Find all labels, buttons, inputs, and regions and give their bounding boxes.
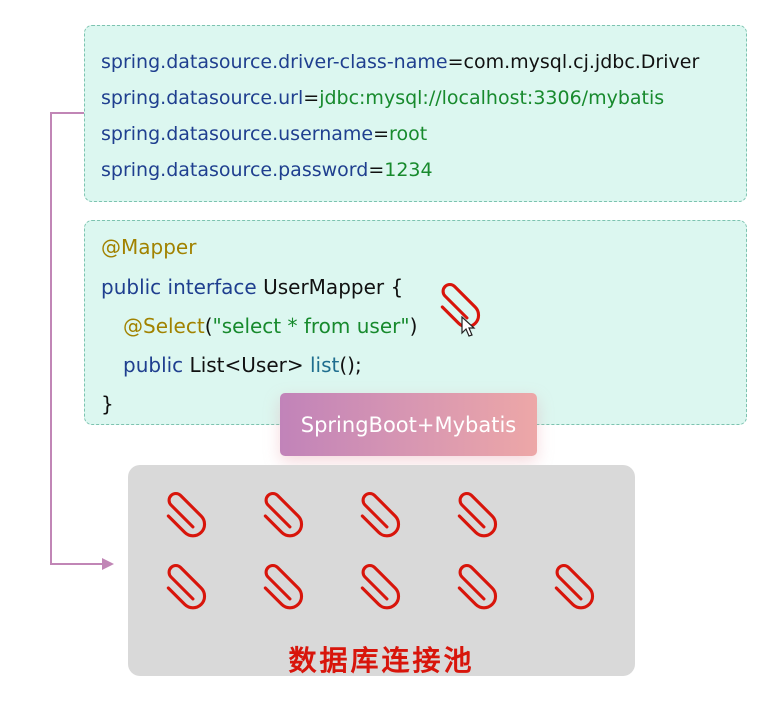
paperclip-icon — [166, 564, 207, 610]
config-line-username: spring.datasource.username=root — [101, 123, 428, 145]
code-line-method: public List<User> list(); — [123, 353, 362, 377]
config-line-url: spring.datasource.url=jdbc:mysql://local… — [101, 87, 665, 109]
config-line-driver: spring.datasource.driver-class-name=com.… — [101, 51, 700, 73]
paperclip-icon — [263, 564, 304, 610]
code-line-annotation: @Mapper — [101, 235, 197, 259]
connection-pool-box: 数据库连接池 — [128, 465, 635, 677]
paperclip-icon — [554, 564, 595, 610]
config-line-password: spring.datasource.password=1234 — [101, 159, 433, 181]
code-line-select: @Select("select * from user") — [123, 314, 418, 338]
datasource-config-box: spring.datasource.driver-class-name=com.… — [84, 25, 747, 202]
paperclip-icon — [166, 492, 207, 538]
springboot-mybatis-label: SpringBoot+Mybatis — [280, 393, 537, 456]
code-line-close-brace: } — [101, 392, 114, 416]
paperclip-icon — [360, 564, 401, 610]
code-line-interface: public interface UserMapper { — [101, 275, 404, 299]
mouse-cursor-icon — [461, 316, 476, 337]
paperclip-icon — [360, 492, 401, 538]
pool-title: 数据库连接池 — [288, 644, 475, 677]
paperclip-icon — [263, 492, 304, 538]
paperclip-icon — [457, 564, 498, 610]
paperclip-icon — [457, 492, 498, 538]
